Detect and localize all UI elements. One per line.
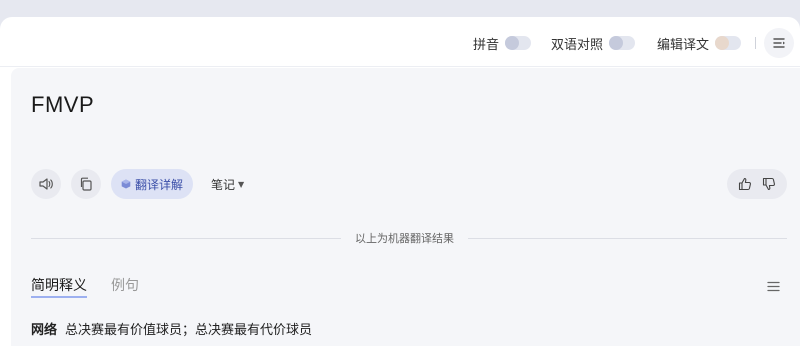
definition-tag: 网络 xyxy=(31,323,58,338)
menu-button[interactable] xyxy=(764,28,794,58)
translation-card: 拼音 双语对照 编辑译文 FMVP 翻译详解 笔记 ▼ 以上为机器翻译结果 简明… xyxy=(0,17,800,346)
tab-concise-definition[interactable]: 简明释义 xyxy=(31,275,87,298)
edit-translation-toggle[interactable]: 编辑译文 xyxy=(657,34,742,53)
bilingual-switch[interactable] xyxy=(609,36,636,50)
pinyin-label: 拼音 xyxy=(473,37,500,53)
list-icon xyxy=(767,281,780,292)
definition-text: 总决赛最有价值球员；总决赛最有代价球员 xyxy=(65,323,313,338)
translation-detail-button[interactable]: 翻译详解 xyxy=(111,169,194,199)
speaker-icon xyxy=(39,178,53,190)
thumbs-down-icon xyxy=(762,177,775,191)
bilingual-label: 双语对照 xyxy=(551,37,604,53)
thumbs-up-icon xyxy=(738,177,751,191)
copy-button[interactable] xyxy=(71,169,101,199)
thumbs-down-button[interactable] xyxy=(762,177,776,191)
edit-translation-label: 编辑译文 xyxy=(657,37,710,53)
definition-row: 网络 总决赛最有价值球员；总决赛最有代价球员 xyxy=(31,319,312,338)
pinyin-toggle[interactable]: 拼音 xyxy=(473,34,532,53)
edit-translation-switch[interactable] xyxy=(715,36,742,50)
feedback-buttons xyxy=(727,169,787,199)
pinyin-switch[interactable] xyxy=(505,36,532,50)
bilingual-toggle[interactable]: 双语对照 xyxy=(551,34,636,53)
caret-down-icon: ▼ xyxy=(238,180,245,189)
cube-icon xyxy=(121,179,131,189)
toolbar-separator xyxy=(755,37,756,49)
speak-button[interactable] xyxy=(31,169,61,199)
notes-dropdown[interactable]: 笔记 ▼ xyxy=(211,176,244,193)
machine-translation-note: 以上为机器翻译结果 xyxy=(341,230,468,246)
translation-detail-label: 翻译详解 xyxy=(135,177,184,192)
top-toolbar: 拼音 双语对照 编辑译文 xyxy=(0,17,800,67)
tab-example-sentences[interactable]: 例句 xyxy=(111,275,139,295)
thumbs-up-button[interactable] xyxy=(738,177,752,191)
menu-icon xyxy=(773,38,785,48)
copy-icon xyxy=(80,177,92,191)
result-panel: FMVP 翻译详解 笔记 ▼ 以上为机器翻译结果 简明释义 例句 网络 总决赛最… xyxy=(11,68,800,346)
list-view-button[interactable] xyxy=(767,277,780,296)
notes-label: 笔记 xyxy=(211,178,236,192)
source-text: FMVP xyxy=(31,92,95,117)
